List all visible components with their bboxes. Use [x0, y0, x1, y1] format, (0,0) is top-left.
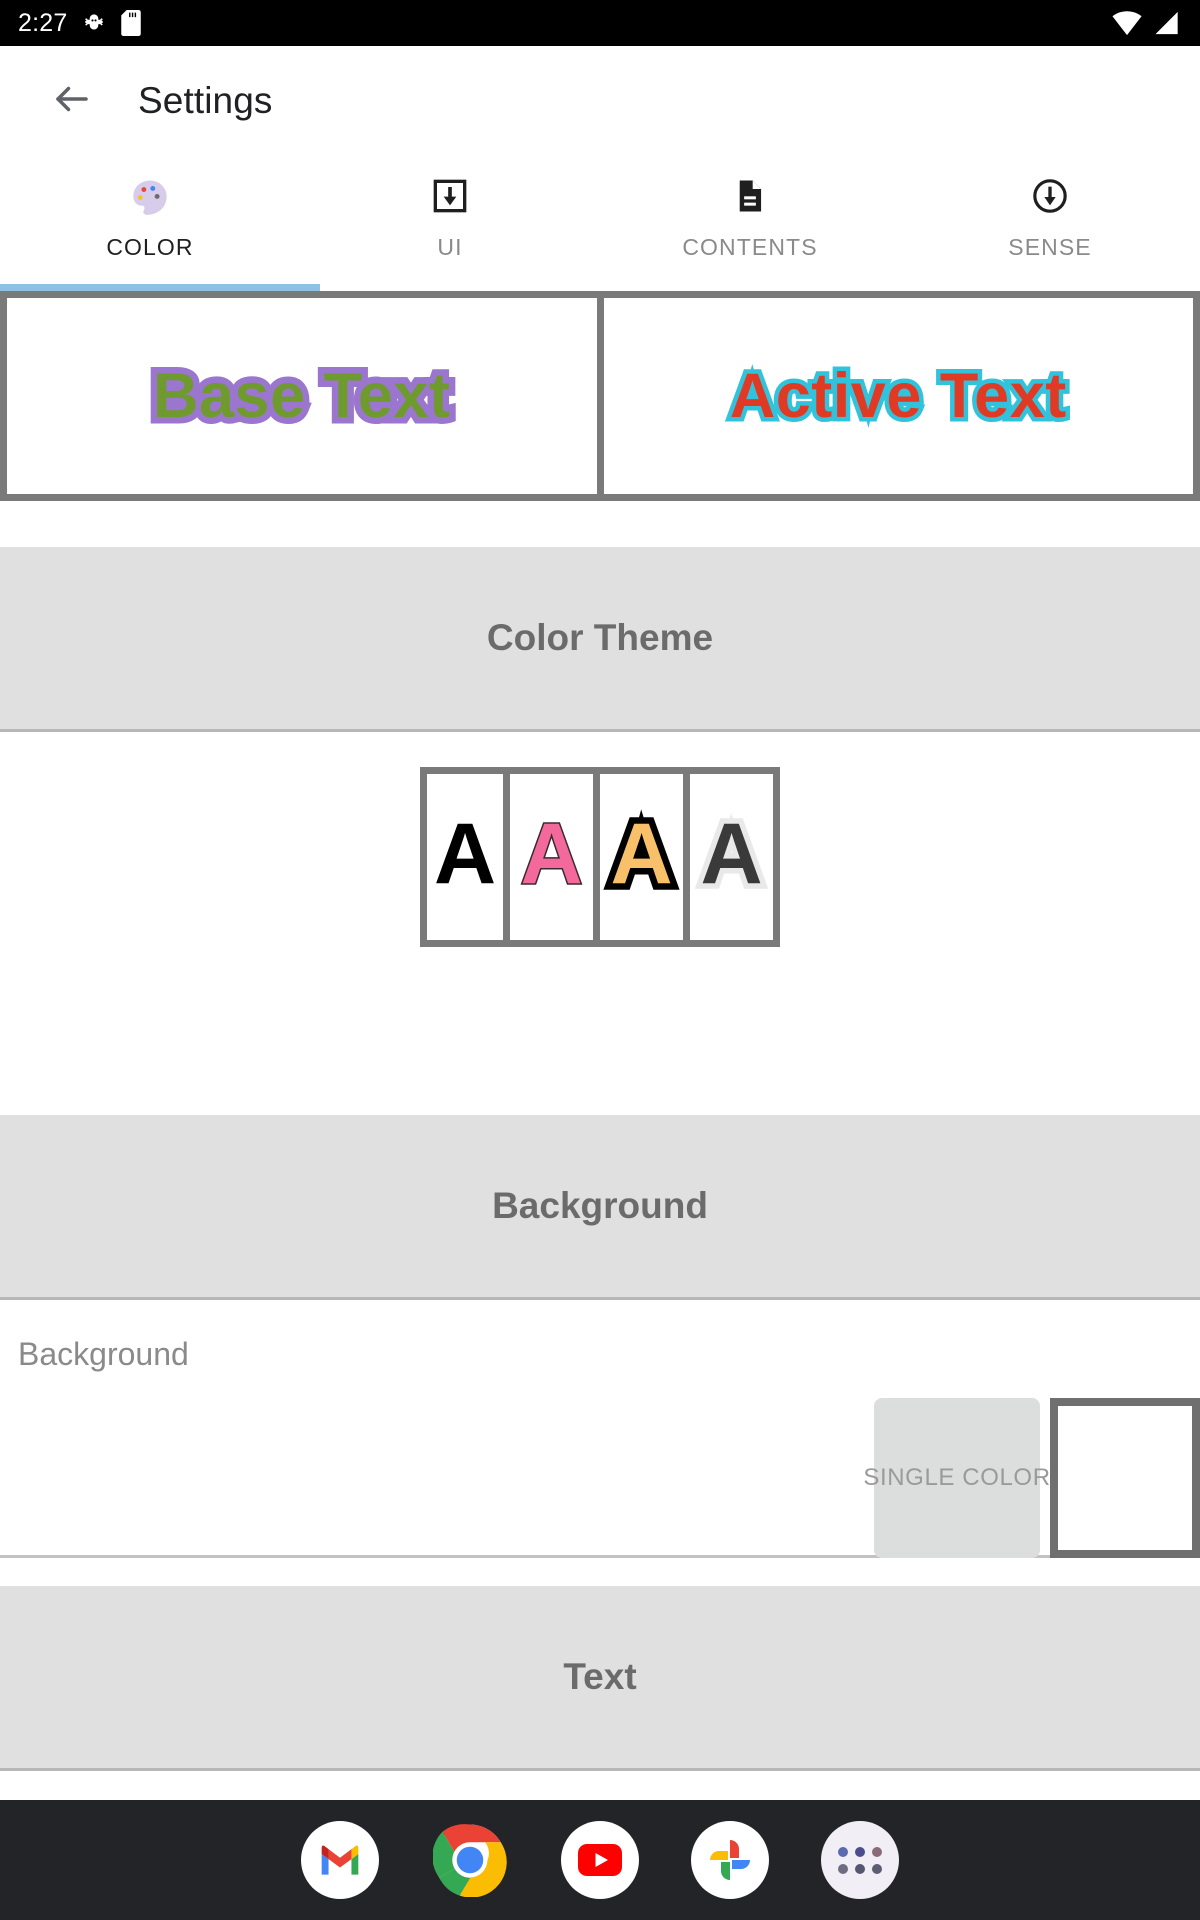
tab-contents[interactable]: CONTENTS — [600, 156, 900, 291]
section-header-text: Text — [0, 1586, 1200, 1771]
tab-bar: COLOR UI CONTENTS SENSE — [0, 156, 1200, 291]
gmail-icon[interactable] — [301, 1821, 379, 1899]
spacer-after-theme — [0, 982, 1200, 1115]
single-color-button[interactable]: SINGLE COLOR — [863, 1398, 1050, 1558]
chrome-icon[interactable] — [431, 1821, 509, 1899]
section-header-color-theme: Color Theme — [0, 547, 1200, 732]
base-text-sample: Base Text — [146, 355, 456, 438]
google-photos-icon[interactable] — [691, 1821, 769, 1899]
sd-card-icon — [121, 10, 142, 36]
background-option-label: Background — [18, 1336, 189, 1372]
color-theme-swatch-row: A A A A — [0, 732, 1200, 982]
dock — [0, 1800, 1200, 1920]
tab-active-indicator — [0, 284, 320, 291]
section-title-color-theme: Color Theme — [486, 617, 714, 658]
status-bar-right — [1112, 0, 1180, 46]
signal-icon — [1152, 10, 1180, 36]
status-bar-left: 2:27 — [18, 8, 142, 38]
app-drawer-icon[interactable] — [821, 1821, 899, 1899]
color-theme-swatch-3[interactable]: A — [690, 767, 780, 947]
page-title: Settings — [138, 80, 273, 121]
youtube-icon[interactable] — [561, 1821, 639, 1899]
download-box-icon — [430, 170, 470, 222]
base-text-preview-card[interactable]: Base Text — [0, 291, 597, 501]
bug-icon — [81, 10, 107, 36]
section-title-text: Text — [563, 1656, 637, 1697]
tab-sense[interactable]: SENSE — [900, 156, 1200, 291]
color-theme-swatch-1[interactable]: A — [510, 767, 600, 947]
tab-label-ui: UI — [437, 234, 463, 260]
tab-label-contents: CONTENTS — [682, 234, 818, 260]
status-bar-clock: 2:27 — [18, 8, 68, 37]
spacer-after-background — [0, 1558, 1200, 1586]
tab-label-sense: SENSE — [1008, 234, 1092, 260]
document-icon — [731, 170, 769, 222]
back-button[interactable] — [40, 69, 104, 133]
circle-down-arrow-icon — [1030, 170, 1070, 222]
palette-icon — [130, 170, 170, 222]
tab-color[interactable]: COLOR — [0, 156, 300, 291]
active-text-sample: Active Text — [725, 357, 1070, 436]
background-option-row: Background SINGLE COLOR — [0, 1300, 1200, 1558]
theme-glyph-0: A — [433, 806, 497, 902]
section-header-background: Background — [0, 1115, 1200, 1300]
color-theme-swatch-0[interactable]: A — [420, 767, 510, 947]
color-theme-strip: A A A A — [420, 767, 780, 947]
spacer-after-preview — [0, 501, 1200, 547]
wifi-icon — [1112, 10, 1142, 36]
theme-glyph-3: A — [695, 806, 768, 903]
tab-ui[interactable]: UI — [300, 156, 600, 291]
status-bar: 2:27 — [0, 0, 1200, 46]
app-drawer-dots — [838, 1846, 882, 1874]
background-color-chip[interactable] — [1050, 1398, 1200, 1558]
active-text-preview-card[interactable]: Active Text — [596, 291, 1200, 501]
arrow-back-icon — [51, 78, 93, 125]
theme-glyph-2: A — [604, 805, 679, 904]
color-theme-swatch-2[interactable]: A — [600, 767, 690, 947]
section-title-background: Background — [492, 1185, 708, 1226]
preview-row: Base Text Active Text — [0, 291, 1200, 501]
app-bar: Settings — [0, 46, 1200, 156]
theme-glyph-1: A — [519, 806, 584, 902]
single-color-button-label: SINGLE COLOR — [863, 1464, 1051, 1491]
tab-label-color: COLOR — [106, 234, 194, 260]
background-option-controls: SINGLE COLOR — [863, 1398, 1200, 1558]
